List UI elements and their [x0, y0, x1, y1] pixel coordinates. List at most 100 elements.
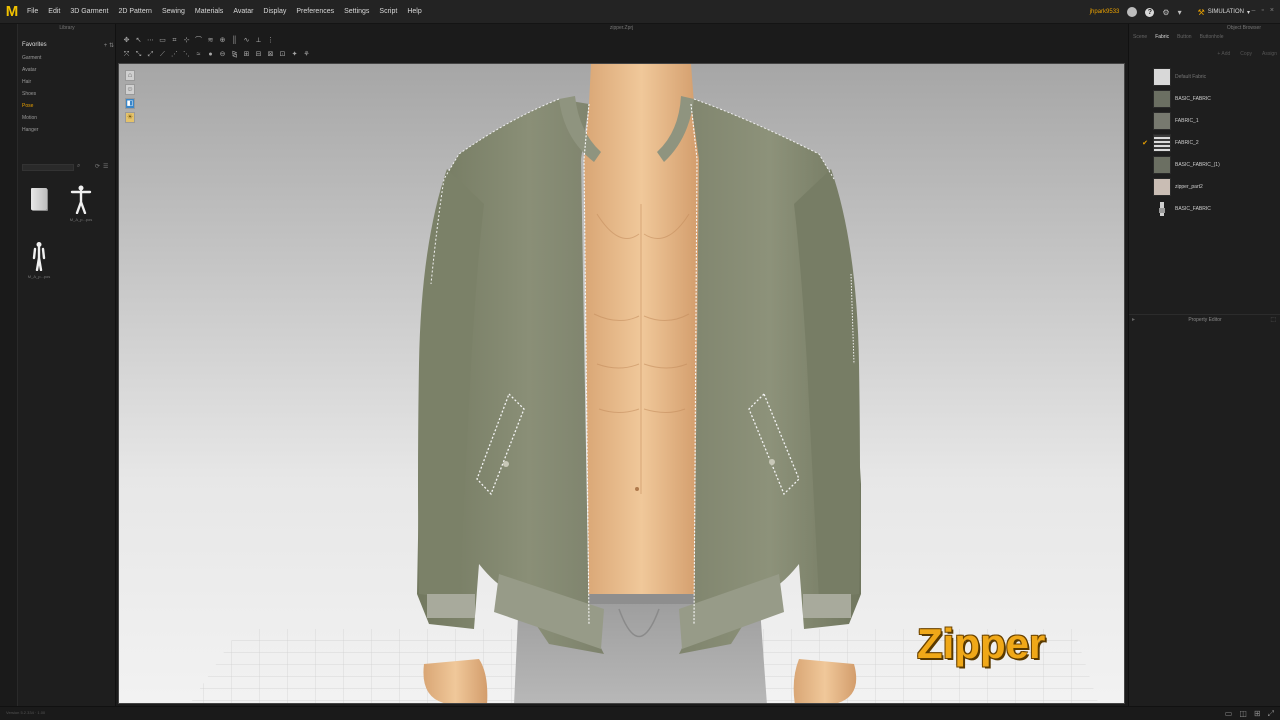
simulate-icon[interactable]: ⊕ [218, 36, 227, 45]
library-thumb-pose-standing[interactable]: M_A_p...pos [24, 241, 54, 283]
library-panel: Library Favorites + ⇅ Garment Avatar Hai… [0, 24, 116, 710]
zipper-tool-icon[interactable]: ⋮ [266, 36, 275, 45]
arrange-point-icon[interactable]: ✦ [290, 50, 299, 59]
simulation-mode-selector[interactable]: ⚒ SIMULATION ▾ [1198, 8, 1250, 17]
menu-edit[interactable]: Edit [43, 8, 65, 15]
fabric-swatch[interactable] [1153, 156, 1171, 174]
transform-icon[interactable]: ⌗ [170, 36, 179, 45]
fold-tool-icon[interactable]: ⌒ [194, 36, 203, 45]
camera-reset-icon[interactable]: ⌂ [125, 70, 135, 81]
add-fabric-button[interactable]: + Add [1217, 51, 1230, 57]
tape-icon[interactable]: ║ [230, 36, 239, 45]
button-tool-icon[interactable]: ● [206, 50, 215, 59]
avatar-toggle-icon[interactable]: ☺ [125, 84, 135, 95]
free-sewing-icon[interactable]: ⤢ [146, 50, 155, 59]
tree-item-motion[interactable]: Motion [22, 112, 41, 124]
property-editor-marker-icon: ▸ [1132, 317, 1136, 323]
pin-tool-icon[interactable]: ⊹ [182, 36, 191, 45]
menu-help[interactable]: Help [402, 8, 426, 15]
tree-item-shoes[interactable]: Shoes [22, 88, 41, 100]
box-select-icon[interactable]: ▭ [158, 36, 167, 45]
rib-fabric-swatch[interactable] [1153, 134, 1171, 152]
seam-icon[interactable]: ⟋ [158, 50, 167, 59]
add-favorite-icon[interactable]: + ⇅ [104, 42, 114, 49]
fabric-row[interactable]: BASIC_FABRIC [1139, 88, 1277, 110]
menu-preferences[interactable]: Preferences [291, 8, 339, 15]
library-thumb-folder[interactable] [24, 184, 54, 226]
lighting-icon[interactable]: ☀ [125, 112, 135, 123]
tab-fabric[interactable]: Fabric [1155, 34, 1169, 40]
fabric-row[interactable]: zipper_part2 [1139, 176, 1277, 198]
fabric-row[interactable]: BASIC_FABRIC [1139, 198, 1277, 220]
menu-3d-garment[interactable]: 3D Garment [65, 8, 113, 15]
chevron-down-icon[interactable]: ▾ [1178, 8, 1182, 17]
property-editor-expand-icon[interactable]: ⬚ [1270, 316, 1276, 323]
menu-2d-pattern[interactable]: 2D Pattern [113, 8, 156, 15]
tree-item-avatar[interactable]: Avatar [22, 64, 41, 76]
avatar-measure-icon[interactable]: ⊡ [278, 50, 287, 59]
minimize-icon[interactable]: – [1252, 7, 1256, 14]
copy-fabric-button[interactable]: Copy [1240, 51, 1252, 57]
menu-file[interactable]: File [22, 8, 43, 15]
texture-icon[interactable]: ⊞ [242, 50, 251, 59]
close-icon[interactable]: × [1270, 7, 1274, 14]
fabric-swatch[interactable] [1153, 68, 1171, 86]
menu-settings[interactable]: Settings [339, 8, 374, 15]
search-icon[interactable]: ⌕ [77, 163, 80, 170]
layout-split-icon[interactable]: ◫ [1239, 709, 1247, 719]
fabric-row[interactable]: ✔ FABRIC_2 [1139, 132, 1277, 154]
object-browser-tabs: Scene Fabric Button Buttonhole [1133, 34, 1223, 40]
point-select-icon[interactable]: ⋯ [146, 36, 155, 45]
library-thumb-pose-tpose[interactable]: M_A_p...pos [66, 184, 96, 226]
tree-item-garment[interactable]: Garment [22, 52, 41, 64]
zipper-swatch-icon[interactable] [1153, 200, 1171, 218]
zipper-icon[interactable]: ⧎ [230, 50, 239, 59]
gear-icon[interactable]: ⚙ [1162, 8, 1169, 17]
menu-display[interactable]: Display [258, 8, 291, 15]
tree-item-hanger[interactable]: Hanger [22, 124, 41, 136]
maximize-icon[interactable]: ▫ [1261, 7, 1263, 14]
menu-script[interactable]: Script [374, 8, 402, 15]
segment-sewing-icon[interactable]: ⤡ [134, 50, 143, 59]
menu-avatar[interactable]: Avatar [228, 8, 258, 15]
edit-topstitch-icon[interactable]: ⋱ [182, 50, 191, 59]
fabric-row[interactable]: FABRIC_1 [1139, 110, 1277, 132]
select-tool-icon[interactable]: ✥ [122, 36, 131, 45]
fabric-swatch[interactable] [1153, 90, 1171, 108]
tree-item-hair[interactable]: Hair [22, 76, 41, 88]
tree-item-pose[interactable]: Pose [22, 100, 41, 112]
topstitch-icon[interactable]: ⋰ [170, 50, 179, 59]
move-tool-icon[interactable]: ↖ [134, 36, 143, 45]
favorites-label[interactable]: Favorites [22, 42, 47, 48]
tab-button[interactable]: Button [1177, 34, 1191, 40]
fabric-swatch[interactable] [1153, 178, 1171, 196]
edit-pattern-icon[interactable]: ⤧ [122, 50, 131, 59]
trim-icon[interactable]: ⊠ [266, 50, 275, 59]
tab-scene[interactable]: Scene [1133, 34, 1147, 40]
library-view-tools[interactable]: ⟳☰ [95, 163, 111, 170]
username-label[interactable]: jhpark9533 [1090, 9, 1120, 15]
flatten-icon[interactable]: ≋ [206, 36, 215, 45]
menu-materials[interactable]: Materials [190, 8, 228, 15]
layout-single-icon[interactable]: ▭ [1225, 709, 1233, 719]
fullscreen-icon[interactable]: ⤢ [1268, 709, 1274, 719]
fitting-suit-icon[interactable]: ⚘ [302, 50, 311, 59]
buttonhole-tool-icon[interactable]: ⊖ [218, 50, 227, 59]
puckering-icon[interactable]: ≈ [194, 50, 203, 59]
fabric-row[interactable]: BASIC_FABRIC_(1) [1139, 154, 1277, 176]
graphic-icon[interactable]: ⊟ [254, 50, 263, 59]
layout-grid-icon[interactable]: ⊞ [1254, 709, 1261, 719]
fabric-row[interactable]: Default Fabric [1139, 66, 1277, 88]
cloud-icon[interactable] [1127, 7, 1138, 17]
help-icon[interactable]: ? [1145, 7, 1155, 17]
3d-viewport[interactable]: ⌂ ☺ ◧ ☀ Zipper [118, 63, 1125, 704]
fabric-swatch[interactable] [1153, 112, 1171, 130]
measure-icon[interactable]: ⟂ [254, 36, 263, 45]
favorites-header: Favorites + ⇅ [22, 40, 114, 50]
tab-buttonhole[interactable]: Buttonhole [1200, 34, 1224, 40]
assign-fabric-button[interactable]: Assign [1262, 51, 1277, 57]
menu-sewing[interactable]: Sewing [157, 8, 190, 15]
library-search-input[interactable] [22, 164, 74, 171]
steam-icon[interactable]: ∿ [242, 36, 251, 45]
garment-display-icon[interactable]: ◧ [125, 98, 135, 109]
